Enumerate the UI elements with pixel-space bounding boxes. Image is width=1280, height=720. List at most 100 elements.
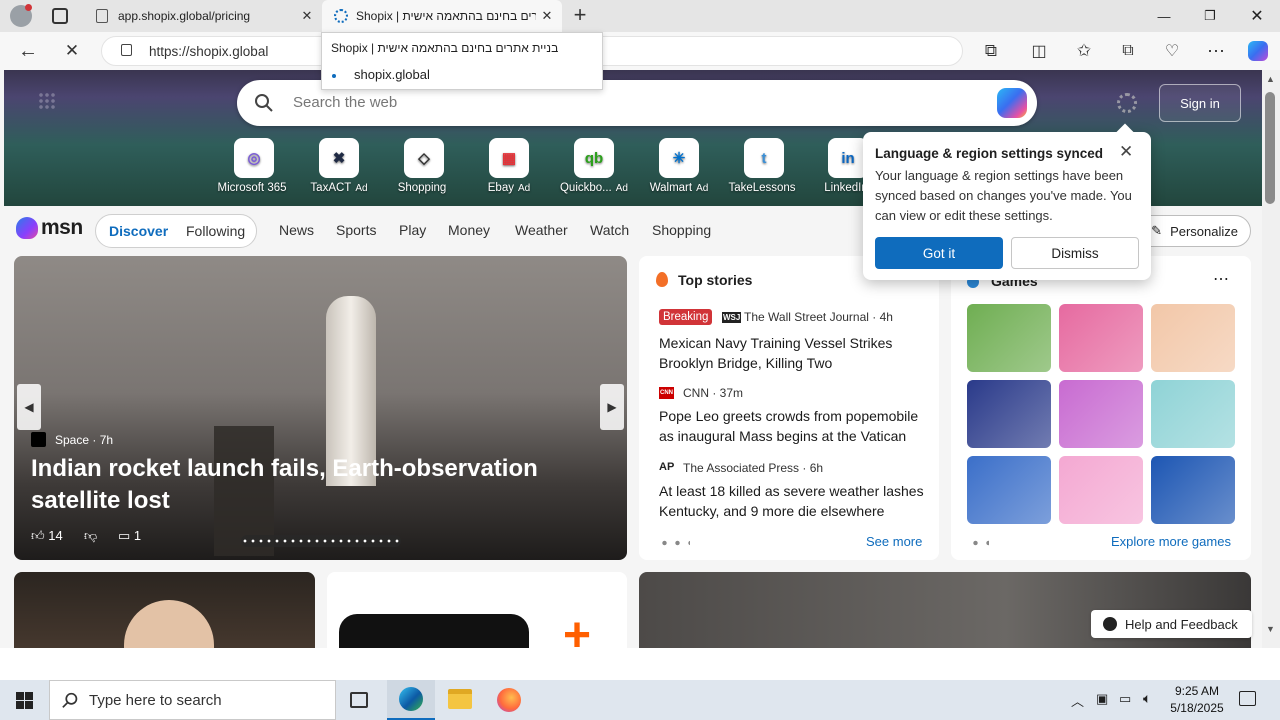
comment-count: 1	[133, 528, 142, 543]
stop-loading-button[interactable]: ✕	[57, 36, 87, 66]
tray-device-icon[interactable]: ▣	[1096, 691, 1108, 707]
close-window-button[interactable]: ✕	[1234, 0, 1280, 32]
prev-slide-button[interactable]: ◀	[17, 384, 41, 430]
nav-sports[interactable]: Sports	[336, 222, 376, 238]
tray-chevron-icon[interactable]: ︿	[1071, 691, 1084, 710]
game-tile[interactable]	[967, 380, 1051, 448]
profile-icon[interactable]	[10, 4, 32, 27]
page-icon	[96, 9, 108, 23]
dismiss-button[interactable]: Dismiss	[1011, 237, 1139, 269]
nav-watch[interactable]: Watch	[590, 222, 629, 238]
quick-link-4[interactable]: qb Quickbo... Ad	[550, 138, 638, 194]
search-input[interactable]: Search the web	[293, 94, 397, 111]
m365-icon: ◎	[234, 138, 274, 178]
game-tile[interactable]	[1151, 456, 1235, 524]
game-tile[interactable]	[967, 456, 1051, 524]
quick-link-0[interactable]: ◎ Microsoft 365	[210, 138, 298, 194]
quick-link-2[interactable]: ◇ Shopping	[380, 138, 468, 194]
like-count: 14	[48, 528, 63, 543]
extensions-icon[interactable]: ⧉	[976, 36, 1006, 66]
msn-logo[interactable]: msn	[16, 216, 83, 240]
games-pager-dots[interactable]	[969, 540, 989, 546]
help-feedback-button[interactable]: Help and Feedback	[1091, 610, 1252, 638]
personalize-button[interactable]: ✎ Personalize	[1135, 215, 1251, 247]
clock[interactable]: 9:25 AM 5/18/2025	[1163, 683, 1231, 717]
game-tile[interactable]	[1151, 380, 1235, 448]
taskbar-search-input[interactable]: Type here to search	[89, 692, 222, 709]
explore-games-link[interactable]: Explore more games	[1111, 534, 1231, 549]
start-button[interactable]	[0, 680, 48, 720]
quick-link-label: Microsoft 365	[217, 182, 287, 194]
page-settings-icon[interactable]	[1117, 93, 1137, 113]
restore-button[interactable]: ❐	[1187, 0, 1233, 32]
scroll-up-icon[interactable]: ▲	[1266, 74, 1275, 84]
notifications-icon[interactable]	[1239, 691, 1256, 706]
collections-icon[interactable]: ⧉	[1113, 36, 1143, 66]
tab-pricing[interactable]: app.shopix.global/pricing ✕	[84, 0, 322, 32]
taskbar-search-box[interactable]: Type here to search	[49, 680, 336, 720]
scroll-down-icon[interactable]: ▼	[1266, 624, 1275, 634]
got-it-button[interactable]: Got it	[875, 237, 1003, 269]
game-tile[interactable]	[1151, 304, 1235, 372]
apps-grid-icon[interactable]	[38, 92, 56, 110]
minimize-button[interactable]: —	[1141, 0, 1187, 32]
copilot-icon[interactable]	[1243, 36, 1273, 66]
url-text[interactable]: https://shopix.global	[149, 44, 268, 59]
story-headline[interactable]: Pope Leo greets crowds from popemobile a…	[659, 406, 929, 446]
performance-icon[interactable]: ♡	[1157, 36, 1187, 66]
dislike-button[interactable]: 👎︎	[84, 528, 97, 544]
copilot-search-icon[interactable]	[997, 88, 1027, 118]
stories-pager-dots[interactable]	[658, 540, 690, 546]
new-tab-button[interactable]: +	[568, 4, 592, 28]
pivot-discover[interactable]: Discover	[109, 223, 168, 239]
tab-strip: app.shopix.global/pricing ✕ Shopix | בני…	[0, 0, 1280, 32]
like-button[interactable]: 👍︎ 14	[31, 528, 63, 544]
sign-in-button[interactable]: Sign in	[1159, 84, 1241, 122]
game-tile[interactable]	[1059, 304, 1143, 372]
close-tab-icon[interactable]: ✕	[540, 9, 554, 23]
tab-shopix[interactable]: Shopix | בניית אתרים בחינם בהתאמה אישית …	[322, 0, 562, 32]
favorites-icon[interactable]: ✩	[1069, 36, 1099, 66]
network-icon[interactable]: ▭	[1119, 691, 1131, 707]
nav-weather[interactable]: Weather	[515, 222, 568, 238]
game-tile[interactable]	[967, 304, 1051, 372]
task-view-icon[interactable]	[350, 692, 368, 708]
ad-card-sixt[interactable]: +	[327, 572, 627, 648]
quick-link-1[interactable]: ✖ TaxACT Ad	[295, 138, 383, 194]
popup-close-icon[interactable]: ✕	[1119, 142, 1133, 162]
news-card-person[interactable]	[14, 572, 315, 648]
close-tab-icon[interactable]: ✕	[300, 9, 314, 23]
split-screen-icon[interactable]: ◫	[1024, 36, 1054, 66]
comment-button[interactable]: ▭ 1	[118, 528, 141, 544]
hero-headline[interactable]: Indian rocket launch fails, Earth-observ…	[31, 453, 621, 517]
games-more-icon[interactable]: ⋯	[1213, 269, 1229, 289]
back-button[interactable]: ←	[13, 36, 43, 66]
edit-icon: ✎	[1151, 223, 1163, 238]
tab-actions-icon[interactable]	[52, 8, 68, 24]
settings-more-icon[interactable]: ⋯	[1201, 36, 1231, 66]
clock-date: 5/18/2025	[1170, 701, 1224, 715]
carousel-dots[interactable]	[241, 535, 401, 547]
hero-story-card[interactable]: ◀ ▶ Space · 7h Indian rocket launch fail…	[14, 256, 627, 560]
story-headline[interactable]: At least 18 killed as severe weather las…	[659, 481, 929, 521]
scroll-thumb[interactable]	[1265, 92, 1275, 204]
nav-news[interactable]: News	[279, 222, 314, 238]
firefox-icon[interactable]	[497, 688, 521, 712]
next-slide-button[interactable]: ▶	[600, 384, 624, 430]
quick-link-6[interactable]: t TakeLessons	[720, 138, 808, 194]
quick-link-3[interactable]: ▦ Ebay Ad	[465, 138, 553, 194]
game-tile[interactable]	[1059, 456, 1143, 524]
nav-shopping[interactable]: Shopping	[652, 222, 711, 238]
game-tile[interactable]	[1059, 380, 1143, 448]
nav-play[interactable]: Play	[399, 222, 426, 238]
ebay-icon: ▦	[489, 138, 529, 178]
edge-taskbar-icon[interactable]	[387, 680, 435, 720]
pivot-following[interactable]: Following	[186, 223, 245, 239]
see-more-link[interactable]: See more	[866, 534, 922, 549]
file-explorer-icon[interactable]	[448, 689, 472, 709]
story-headline[interactable]: Mexican Navy Training Vessel Strikes Bro…	[659, 333, 929, 373]
volume-icon[interactable]: 🔈︎	[1143, 690, 1151, 707]
nav-money[interactable]: Money	[448, 222, 490, 238]
page-scrollbar[interactable]: ▲ ▼	[1262, 70, 1280, 648]
quick-link-5[interactable]: ✳ Walmart Ad	[635, 138, 723, 194]
